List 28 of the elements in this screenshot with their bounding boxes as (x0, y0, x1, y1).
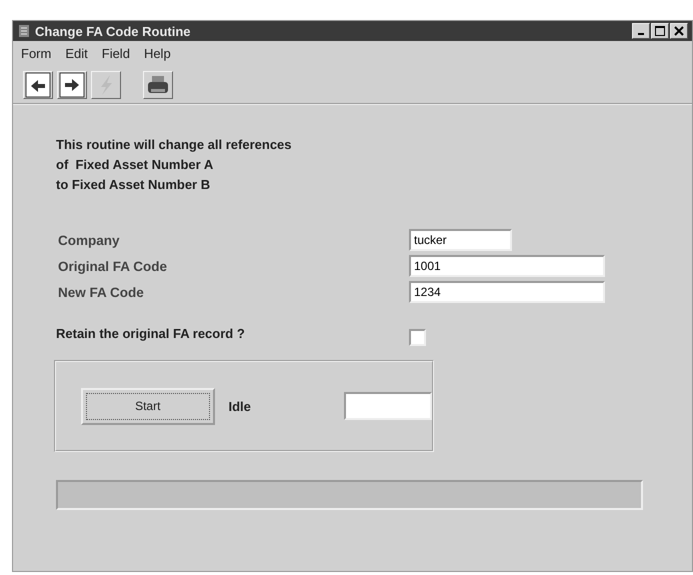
description-line: This routine will change all references (56, 136, 293, 154)
menu-item[interactable]: Form (21, 46, 52, 62)
field-label: Company (57, 232, 121, 248)
menu-item[interactable]: Help (144, 46, 171, 62)
menu-item[interactable]: Edit (65, 46, 88, 62)
close-button[interactable] (670, 23, 688, 39)
minimize-button[interactable] (632, 23, 650, 39)
input-field[interactable]: 1234 (409, 281, 605, 303)
retain-label: Retain the original FA record ? (56, 326, 246, 341)
checkbox[interactable] (409, 329, 426, 346)
field-label: New FA Code (57, 284, 145, 300)
input-field[interactable] (344, 392, 432, 420)
description-line: of Fixed Asset Number A (56, 156, 214, 174)
input-field[interactable]: tucker (409, 229, 512, 251)
input-field[interactable]: 1001 (409, 255, 605, 277)
toolbar-button[interactable] (57, 71, 87, 99)
field-label: Original FA Code (57, 258, 168, 274)
app-icon (17, 24, 31, 38)
maximize-icon (655, 26, 665, 36)
toolbar-button[interactable] (143, 71, 173, 99)
menu-item[interactable]: Field (102, 46, 130, 62)
maximize-button[interactable] (651, 23, 669, 39)
window-title: Change FA Code Routine (35, 24, 192, 38)
toolbar-button[interactable] (23, 71, 53, 99)
start-button[interactable]: Start (81, 388, 214, 424)
description-line: to Fixed Asset Number B (56, 176, 212, 194)
close-icon (674, 26, 684, 36)
status-label: Idle (228, 398, 252, 414)
